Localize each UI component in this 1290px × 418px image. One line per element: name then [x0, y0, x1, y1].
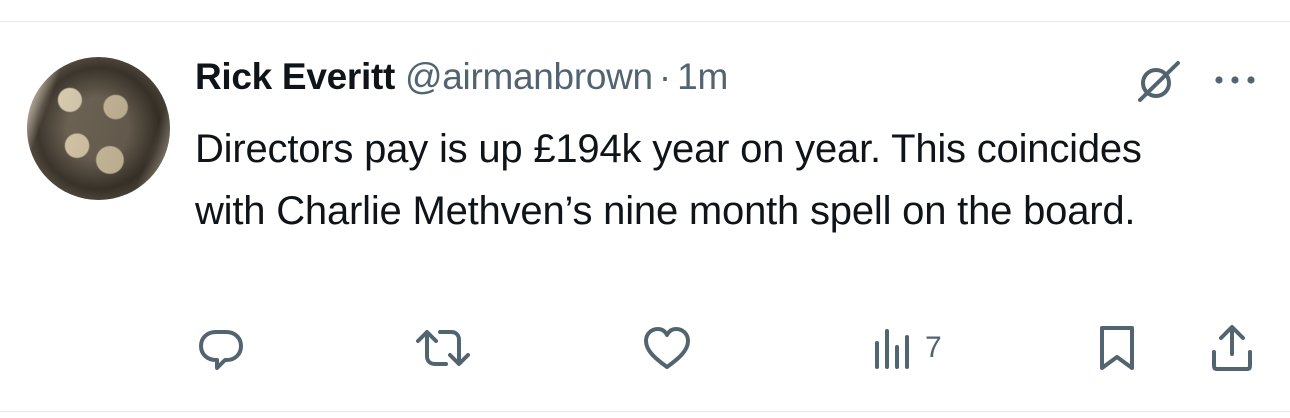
action-bar: 7	[0, 320, 1290, 376]
reply-button[interactable]	[196, 320, 246, 376]
bookmark-button[interactable]	[1096, 320, 1138, 376]
more-icon[interactable]	[1212, 70, 1258, 90]
separator-dot: ·	[658, 56, 672, 97]
retweet-icon	[416, 330, 470, 366]
avatar[interactable]	[27, 57, 170, 200]
reply-icon	[199, 330, 243, 370]
share-icon	[1212, 325, 1252, 371]
timestamp[interactable]: 1m	[677, 56, 728, 98]
share-button[interactable]	[1209, 320, 1255, 376]
retweet-button[interactable]	[413, 320, 473, 376]
bottom-divider	[0, 411, 1290, 412]
user-handle[interactable]: @airmanbrown	[405, 56, 653, 98]
top-divider	[0, 21, 1290, 22]
views-button[interactable]: 7	[871, 320, 942, 376]
tweet-text: Directors pay is up £194k year on year. …	[195, 127, 1142, 233]
views-count: 7	[925, 331, 942, 364]
grok-icon[interactable]	[1134, 58, 1184, 104]
display-name[interactable]: Rick Everitt	[195, 56, 395, 98]
tweet-header: Rick Everitt @airmanbrown · 1m	[195, 56, 728, 106]
heart-icon	[644, 327, 690, 369]
views-icon	[875, 329, 909, 369]
like-button[interactable]	[641, 320, 693, 376]
bookmark-icon	[1100, 326, 1134, 370]
